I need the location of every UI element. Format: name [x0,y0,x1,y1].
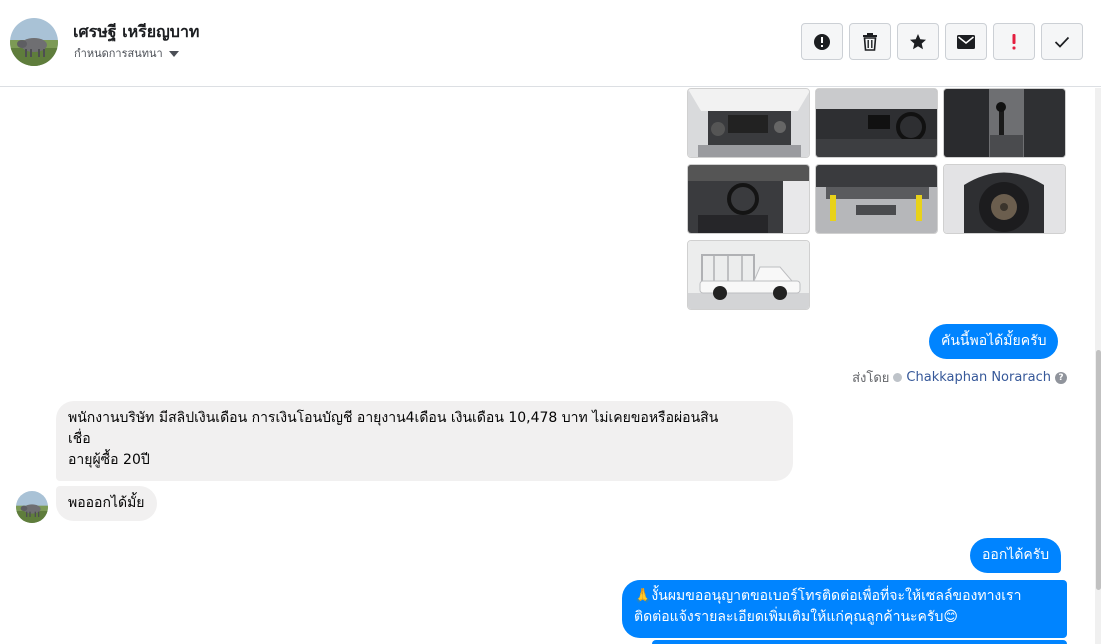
buffalo-photo-icon [16,491,48,523]
agent-status-icon [893,373,903,382]
important-button[interactable] [993,23,1035,60]
alert-circle-icon [814,33,830,50]
message-scrollbar-thumb[interactable] [1096,350,1101,590]
incoming-message-line: อายุผู้ซื้อ 20ปี [68,452,150,468]
caret-down-icon [168,51,179,57]
delete-button[interactable] [849,23,891,60]
outgoing-message[interactable]: ออกได้ครับ [970,538,1062,573]
help-icon[interactable]: ? [1055,371,1067,384]
car-photo-wheel[interactable] [943,164,1066,234]
buffalo-photo-icon [10,18,58,66]
car-dashboard-photo-icon [816,89,937,157]
car-photo-gear-shift[interactable] [943,88,1066,158]
incoming-message-line: พนักงานบริษัท มีสลิปเงินเดือน การเงินโอน… [68,410,719,426]
incoming-message[interactable]: พอออกได้มั้ย [56,486,157,521]
car-cabin-photo-icon [688,165,809,233]
conversation-label-dropdown[interactable]: กำหนดการสนทนา [74,44,179,62]
trash-icon [863,32,877,51]
car-engine-photo-icon [688,89,809,157]
contact-name[interactable]: เศรษฐี เหรียญบาท [73,20,199,45]
check-icon [1054,36,1070,48]
car-interior-photo-icon [944,89,1065,157]
outgoing-message[interactable]: คันนี้พอได้มั้ยครับ [929,324,1059,359]
star-button[interactable] [897,23,939,60]
outgoing-message[interactable]: 🙏งั้นผมขออนุญาตขอเบอร์โทรติดต่อเพื่อที่จ… [622,580,1067,638]
conversation-toolbar [801,23,1083,60]
car-photo-cabin[interactable] [687,164,810,234]
mark-done-button[interactable] [1041,23,1083,60]
conversation-header: เศรษฐี เหรียญบาท กำหนดการสนทนา [0,0,1101,87]
envelope-icon [957,34,975,49]
car-wheel-photo-icon [944,165,1065,233]
sent-by-line: ส่งโดย Chakkaphan Norarach ? [852,367,1067,388]
pickup-truck-photo-icon [688,241,809,309]
incoming-message-line: เชื่อ [68,431,91,447]
car-underbody-photo-icon [816,165,937,233]
car-photo-dashboard[interactable] [815,88,938,158]
outgoing-message-line: 🙏งั้นผมขออนุญาตขอเบอร์โทรติดต่อเพื่อที่จ… [634,588,1022,604]
sender-avatar[interactable] [16,491,48,523]
conversation-label-text: กำหนดการสนทนา [74,47,163,60]
sent-by-agent-link[interactable]: Chakkaphan Norarach [906,370,1051,385]
car-photo-side[interactable] [687,240,810,310]
car-photo-engine[interactable] [687,88,810,158]
outgoing-message-line: ติดต่อแจ้งรายละเอียดเพิ่มเติมให้แก่คุณลู… [634,609,958,625]
incoming-message[interactable]: พนักงานบริษัท มีสลิปเงินเดือน การเงินโอน… [56,401,793,481]
contact-avatar[interactable] [10,18,58,66]
outgoing-message-partial [652,640,1067,644]
star-icon [910,33,926,49]
sent-by-prefix: ส่งโดย [852,371,890,386]
spam-button[interactable] [801,23,843,60]
car-photo-underbody[interactable] [815,164,938,234]
exclamation-icon [1012,33,1016,49]
mark-unread-button[interactable] [945,23,987,60]
